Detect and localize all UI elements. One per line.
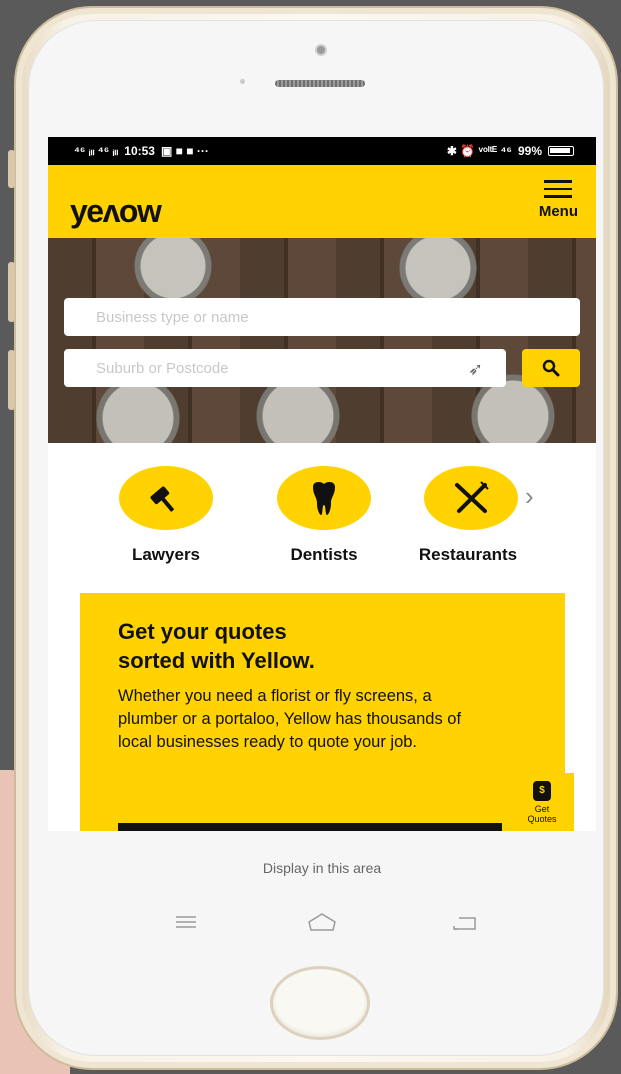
menu-button[interactable]: Menu: [539, 180, 578, 220]
earpiece-speaker: [275, 80, 365, 87]
category-carousel: Lawyers Dentists Restaurants ›: [48, 443, 596, 591]
search-icon: [542, 359, 560, 377]
location-arrow-icon[interactable]: ➶: [468, 359, 483, 380]
home-button[interactable]: [270, 966, 370, 1040]
android-nav-bar: [48, 907, 596, 947]
quotes-promo-card: Get your quotes sorted with Yellow. Whet…: [80, 593, 565, 831]
signal-indicator: ⁴⁶ ᵢₗₗ ⁴⁶ ᵢₗₗ: [74, 144, 119, 158]
location-input[interactable]: [64, 349, 506, 387]
display-area-label: Display in this area: [262, 860, 382, 876]
promo-body: Whether you need a florist or fly screen…: [118, 687, 462, 751]
status-time: 10:53: [124, 144, 155, 158]
phone-screen: ⁴⁶ ᵢₗₗ ⁴⁶ ᵢₗₗ 10:53 ▣ ■ ■ ··· ✱ ⏰ ᵛᵒˡᵗᴱ …: [48, 137, 596, 831]
category-dentists[interactable]: Dentists: [264, 466, 384, 565]
promo-cta-button[interactable]: [118, 823, 502, 831]
category-restaurants[interactable]: Restaurants: [410, 466, 526, 565]
mute-switch: [8, 150, 15, 188]
status-bar: ⁴⁶ ᵢₗₗ ⁴⁶ ᵢₗₗ 10:53 ▣ ■ ■ ··· ✱ ⏰ ᵛᵒˡᵗᴱ …: [48, 137, 596, 165]
fork-knife-icon: [455, 481, 489, 513]
site-header: yeʌow Menu: [48, 165, 596, 238]
promo-title: Get your quotes sorted with Yellow.: [118, 619, 315, 673]
notification-icons: ▣ ■ ■ ···: [160, 144, 209, 158]
search-button[interactable]: [522, 349, 580, 387]
front-camera: [315, 44, 327, 56]
battery-percent: 99%: [517, 144, 542, 158]
hamburger-icon: [539, 180, 578, 198]
home-icon[interactable]: [306, 912, 338, 932]
tooth-icon: [313, 482, 335, 515]
hero-search-banner: ➶: [48, 238, 596, 443]
menu-label: Menu: [538, 202, 578, 220]
back-icon[interactable]: [451, 915, 477, 931]
proximity-sensor: [240, 79, 245, 84]
category-label: Restaurants: [418, 545, 518, 564]
yellow-logo[interactable]: yeʌow: [70, 193, 162, 230]
gavel-icon: [150, 486, 175, 512]
battery-icon: [548, 146, 574, 156]
chevron-right-icon[interactable]: ›: [525, 481, 534, 512]
menu-lines-icon[interactable]: [174, 915, 198, 929]
volume-down-button: [8, 350, 15, 410]
category-label: Dentists: [290, 545, 358, 564]
volume-up-button: [8, 262, 15, 322]
quote-icon: $: [533, 781, 551, 801]
category-lawyers[interactable]: Lawyers: [106, 466, 226, 565]
business-search-input[interactable]: [64, 298, 580, 336]
category-label: Lawyers: [131, 545, 201, 564]
get-quotes-button[interactable]: $ Get Quotes: [510, 773, 574, 831]
status-icons: ✱ ⏰ ᵛᵒˡᵗᴱ ⁴⁶: [446, 144, 512, 158]
